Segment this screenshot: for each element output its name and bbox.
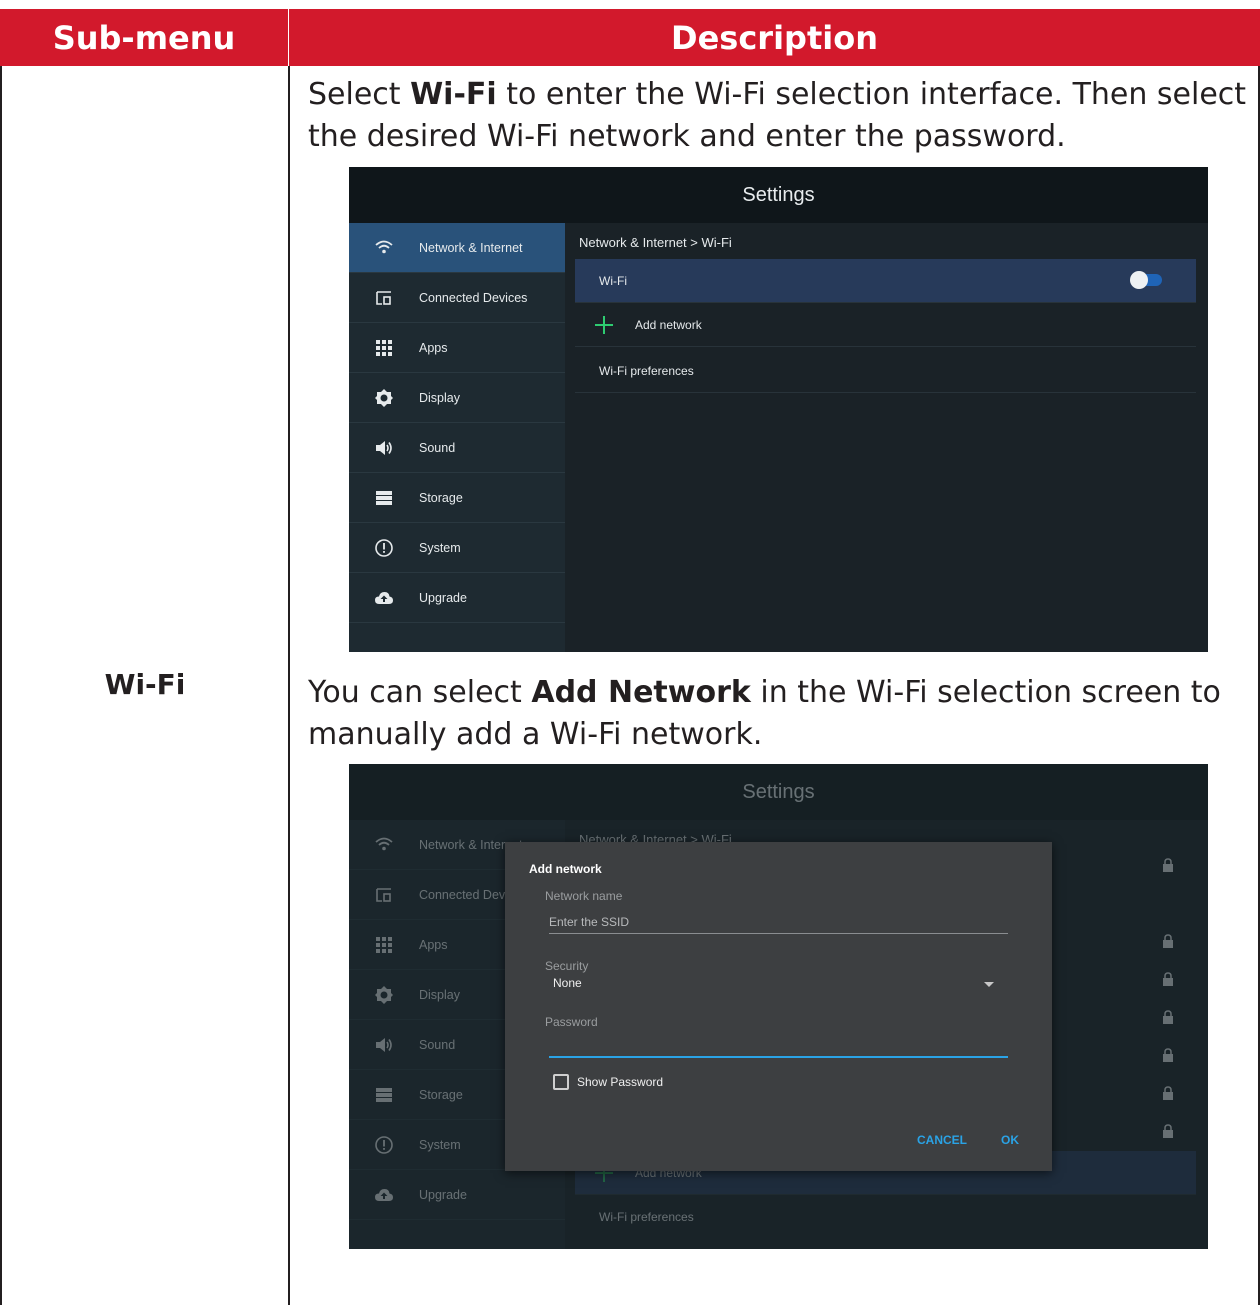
brightness-icon (349, 388, 419, 408)
network-name-label: Network name (545, 889, 623, 903)
apps-grid-icon (349, 338, 419, 358)
sidebar-item-label: Storage (419, 490, 463, 505)
sidebar-item-upgrade[interactable]: Upgrade (349, 573, 565, 623)
sidebar-item-storage[interactable]: Storage (349, 473, 565, 523)
sidebar-item-connected-devices[interactable]: Connected Devices (349, 273, 565, 323)
password-input[interactable] (549, 1036, 1008, 1058)
storage-icon (349, 488, 419, 508)
sidebar-item-label: Display (419, 390, 460, 405)
chevron-down-icon (984, 982, 994, 987)
sidebar-item-label: Upgrade (419, 1187, 467, 1202)
lock-icon (1163, 934, 1173, 948)
lock-icon (1163, 1124, 1173, 1138)
brightness-icon (349, 985, 419, 1005)
wifi-preferences-row[interactable]: Wi-Fi preferences (575, 1195, 1196, 1239)
info-icon (349, 1135, 419, 1155)
add-network-row[interactable]: Add network (575, 303, 1196, 347)
cancel-button[interactable]: CANCEL (917, 1133, 967, 1147)
security-value: None (553, 976, 582, 990)
settings-main-panel: Network & Internet > Wi-Fi Wi-Fi Add net… (565, 223, 1208, 652)
settings-sidebar: Network & Internet Connected Devices App… (349, 223, 565, 652)
network-name-placeholder: Enter the SSID (549, 915, 630, 929)
sidebar-item-label: Network & Internet (419, 240, 523, 255)
wifi-toggle-switch[interactable] (1130, 271, 1162, 289)
submenu-column-header: Sub-menu (0, 9, 289, 66)
description-paragraph-2: You can select Add Network in the Wi-Fi … (308, 675, 1221, 752)
info-icon (349, 538, 419, 558)
sidebar-item-upgrade[interactable]: Upgrade (349, 1170, 565, 1220)
wifi-toggle-row[interactable]: Wi-Fi (575, 259, 1196, 303)
sidebar-item-label: Apps (419, 937, 448, 952)
description-paragraph-1: Select Wi-Fi to enter the Wi-Fi selectio… (308, 77, 1247, 154)
add-network-dialog: Add network Network name Enter the SSID … (505, 842, 1052, 1171)
dialog-title: Add network (529, 862, 602, 876)
speaker-icon (349, 1035, 419, 1055)
settings-screenshot-add-network: Settings Network & Internet Connected De… (349, 764, 1208, 1249)
plus-icon (575, 314, 635, 336)
sidebar-item-label: System (419, 1137, 461, 1152)
show-password-checkbox[interactable] (553, 1074, 569, 1090)
security-select[interactable]: None (553, 976, 1008, 990)
wifi-row-label: Wi-Fi (599, 273, 627, 288)
description-column-header: Description (671, 18, 878, 57)
settings-title: Settings (349, 764, 1208, 820)
sidebar-item-label: Sound (419, 440, 456, 455)
ok-button[interactable]: OK (1001, 1133, 1019, 1147)
wifi-icon (349, 835, 419, 855)
cloud-upload-icon (349, 588, 419, 608)
sidebar-item-label: Display (419, 987, 460, 1002)
wifi-preferences-label: Wi-Fi preferences (599, 363, 694, 378)
settings-title: Settings (349, 167, 1208, 223)
breadcrumb: Network & Internet > Wi-Fi (579, 235, 732, 250)
sidebar-item-label: Upgrade (419, 590, 467, 605)
devices-icon (349, 885, 419, 905)
submenu-label: Wi-Fi (104, 668, 186, 701)
lock-icon (1163, 1086, 1173, 1100)
sidebar-item-system[interactable]: System (349, 523, 565, 573)
wifi-preferences-label: Wi-Fi preferences (599, 1210, 694, 1224)
sidebar-item-display[interactable]: Display (349, 373, 565, 423)
sidebar-item-label: System (419, 540, 461, 555)
table-column-divider (288, 66, 290, 1305)
show-password-label: Show Password (577, 1075, 664, 1089)
sidebar-item-label: Apps (419, 340, 448, 355)
lock-icon (1163, 1010, 1173, 1024)
password-label: Password (545, 1015, 598, 1029)
lock-icon (1163, 858, 1173, 872)
table-header: Sub-menu Description (0, 9, 1260, 66)
lock-icon (1163, 1048, 1173, 1062)
apps-grid-icon (349, 935, 419, 955)
sidebar-item-apps[interactable]: Apps (349, 323, 565, 373)
network-name-input[interactable]: Enter the SSID (549, 912, 1008, 934)
wifi-preferences-row[interactable]: Wi-Fi preferences (575, 349, 1196, 393)
add-network-label: Add network (635, 317, 702, 332)
settings-screenshot-wifi: Settings Network & Internet Connected De… (349, 167, 1208, 652)
security-label: Security (545, 959, 589, 973)
sidebar-item-label: Connected Devices (419, 290, 528, 305)
storage-icon (349, 1085, 419, 1105)
sidebar-item-label: Sound (419, 1037, 456, 1052)
cloud-upload-icon (349, 1185, 419, 1205)
sidebar-item-network[interactable]: Network & Internet (349, 223, 565, 273)
sidebar-item-sound[interactable]: Sound (349, 423, 565, 473)
lock-icon (1163, 972, 1173, 986)
devices-icon (349, 288, 419, 308)
toggle-knob (1130, 271, 1148, 289)
speaker-icon (349, 438, 419, 458)
wifi-icon (349, 238, 419, 258)
sidebar-item-label: Storage (419, 1087, 463, 1102)
